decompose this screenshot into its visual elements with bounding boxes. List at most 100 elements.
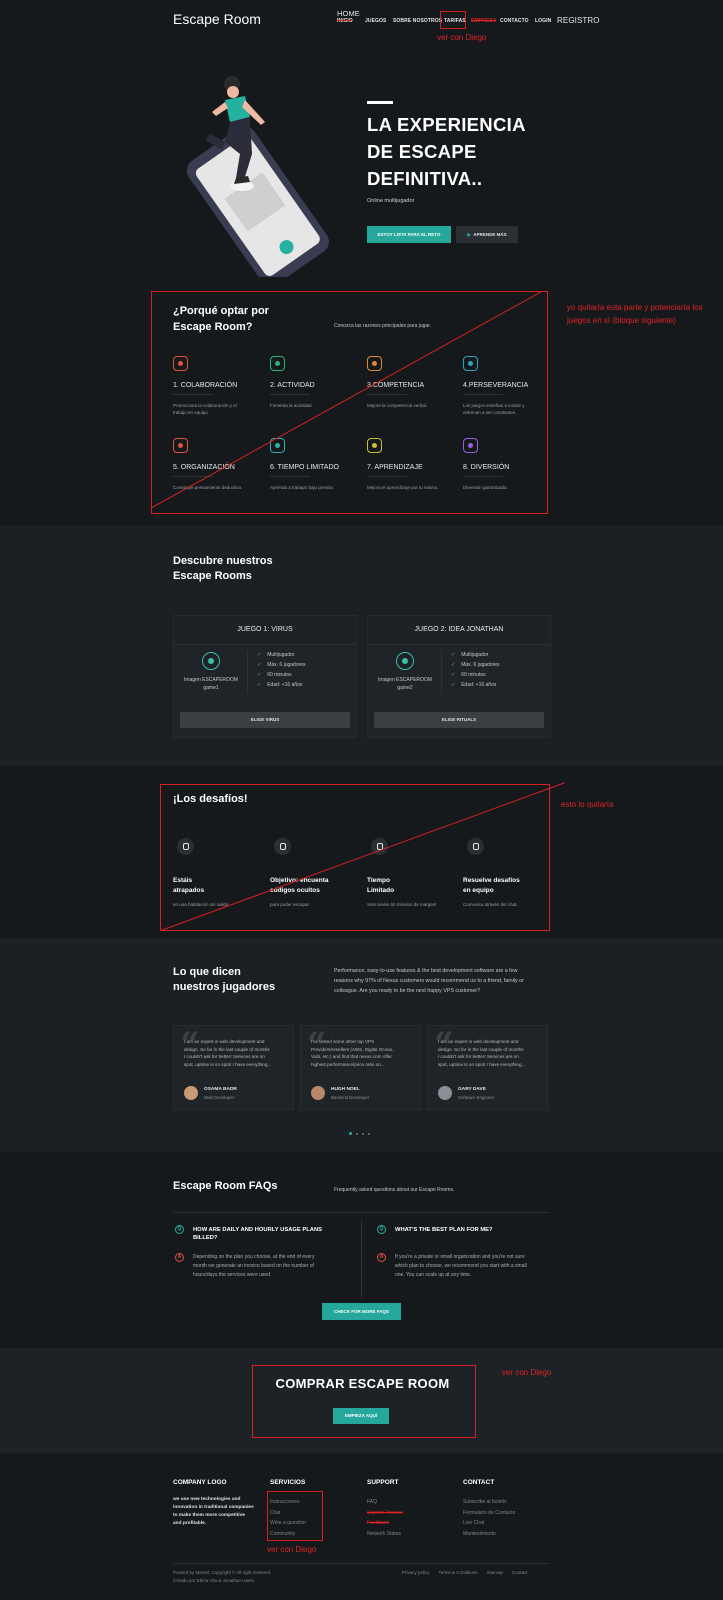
check-icon: ✓: [257, 672, 262, 678]
privacy-link[interactable]: Privacy policy: [402, 1570, 430, 1575]
reviewer-role: Software Engineer: [458, 1095, 495, 1100]
faq-question-line1: HOW ARE DAILY AND HOURLY USAGE PLANS: [193, 1227, 323, 1233]
testimonials-intro: Performance, easy-to-use features & the …: [334, 966, 524, 996]
testimonial-text-line1: I've tested some other top VPS: [311, 1039, 375, 1044]
footer-copyright-line1: Powerd by Marvel, Copyright © All right …: [173, 1570, 272, 1575]
nav-juegos[interactable]: JUEGOS: [365, 18, 386, 24]
games-section: Descubre nuestros Escape Rooms JUEGO 1: …: [0, 526, 723, 766]
game-image-placeholder: Imagen ESCAPEROOM game2: [376, 676, 434, 692]
footer-company-text-line2: innovation in traditional companies: [173, 1505, 254, 1510]
testimonial-card: “I've tested some other top VPS Providers…: [300, 1025, 421, 1110]
faq-answer-line3: one. You can scale up at any time.: [395, 1272, 472, 1278]
nav-sobre-nosotros[interactable]: SOBRE NOSOTROS: [393, 18, 442, 24]
game-spec-text: Edad: +16 años: [267, 682, 303, 688]
footer-company-text-line3: to make them more competitive: [173, 1513, 245, 1518]
services-annotation: ver con Diego: [267, 1545, 317, 1554]
footer-support-link[interactable]: FAQ: [367, 1497, 403, 1508]
services-highlight-box: [267, 1491, 323, 1541]
reviewer-name: HUGH NOEL: [331, 1087, 360, 1092]
game-card-divider: [247, 650, 248, 694]
testimonial-text-line4: spot, uptime is on spot! I have everythi…: [184, 1061, 272, 1067]
check-icon: ✓: [257, 682, 262, 688]
nav-empresa[interactable]: EMPRESA: [471, 18, 496, 24]
cta-highlight-box: [252, 1365, 476, 1438]
footer-bottom-links: Privacy policy Terms & Conditions Sitemap C…: [402, 1570, 528, 1575]
brand-logo[interactable]: Escape Room: [173, 11, 261, 27]
footer-support-link[interactable]: Feedback: [367, 1518, 403, 1529]
start-challenge-button[interactable]: ESTOY LISTA PARA EL RETO: [367, 226, 451, 243]
testimonial-text-line2: design. So far in the last couple of mon…: [184, 1046, 270, 1052]
choose-game-button[interactable]: ELIGE VIRUS: [180, 712, 350, 728]
footer-contact-link[interactable]: Formulario de Contacto: [463, 1508, 515, 1519]
check-icon: ✓: [257, 662, 262, 668]
carousel-dot[interactable]: [362, 1133, 364, 1135]
faq-divider: [173, 1212, 548, 1213]
carousel-dot[interactable]: [349, 1132, 352, 1135]
icon-dot: [402, 658, 408, 664]
sitemap-link[interactable]: Sitemap: [487, 1570, 504, 1575]
answer-badge-icon: A: [175, 1253, 184, 1262]
footer-contact-list: Subscribe al boletín Formulario de Contac…: [463, 1497, 515, 1539]
faq-answer-line2: month we generate an invoice based on th…: [193, 1263, 314, 1269]
testimonial-text: I am an expert in web development and des…: [184, 1038, 292, 1068]
testimonials-title: Lo que dicen nuestros jugadores: [173, 965, 275, 995]
check-icon: ✓: [257, 652, 262, 658]
footer-company-text-line4: and profitable.: [173, 1521, 207, 1526]
game-spec: ✓ Máx. 6 jugadores: [257, 662, 306, 668]
testimonial-text: I am an expert in web development and des…: [438, 1038, 546, 1068]
footer-contact-link[interactable]: Subscribe al boletín: [463, 1497, 515, 1508]
reviewer-name: OSAMA BADR: [204, 1087, 237, 1092]
nav-home[interactable]: INICIO: [337, 18, 353, 24]
footer-contact-link[interactable]: Live Chat: [463, 1518, 515, 1529]
terms-link[interactable]: Terms & Conditions: [439, 1570, 478, 1575]
hero-title: LA EXPERIENCIA DE ESCAPE DEFINITIVA..: [367, 111, 526, 192]
footer-support-link[interactable]: Network Status: [367, 1529, 403, 1540]
reviewer-role: Backend Developer: [331, 1095, 370, 1100]
testimonial-text-line3: I couldn't ask for better! Services are …: [438, 1054, 519, 1059]
check-icon: ✓: [451, 652, 456, 658]
game-image-placeholder-line2: game1: [203, 685, 219, 691]
faq-title: Escape Room FAQs: [173, 1180, 278, 1192]
footer: COMPANY LOGO we use new technologies and…: [0, 1453, 723, 1600]
nav-login[interactable]: LOGIN: [535, 18, 551, 24]
hero-title-line1: LA EXPERIENCIA: [367, 114, 526, 135]
contact-link[interactable]: Contact: [512, 1570, 528, 1575]
game-card-divider: [441, 650, 442, 694]
testimonial-text-line2: Providers/resellers (AWS, Digital Ocean,: [311, 1046, 394, 1052]
why-strike-box: [151, 291, 548, 514]
faq-intro: Frequently asked questions about our Esc…: [334, 1187, 455, 1193]
more-faqs-button[interactable]: CHECK FOR MORE FAQS: [322, 1303, 401, 1320]
footer-company: COMPANY LOGO we use new technologies and…: [173, 1479, 258, 1528]
faq-answer-line1: Depending on the plan you choose, at the…: [193, 1254, 315, 1260]
game-spec: ✓ 60 minutos: [257, 672, 292, 678]
game-spec: ✓ 60 minutos: [451, 672, 486, 678]
testimonials-intro-line3: colleague. Are you ready to be the next …: [334, 988, 481, 994]
footer-contact: CONTACT Subscribe al boletín Formulario d…: [463, 1479, 515, 1539]
carousel-dot[interactable]: [356, 1133, 358, 1135]
testimonials-title-line1: Lo que dicen: [173, 966, 241, 978]
why-annotation: yo quitaría esta parte y potenciaría los…: [567, 303, 703, 325]
footer-support-link[interactable]: Soporte Tecnico: [367, 1508, 403, 1519]
learn-more-button[interactable]: ▶ APRENDE MÁS: [456, 226, 518, 243]
game-card-header: JUEGO 2: IDEA JONATHAN: [368, 616, 550, 645]
game-spec-text: Máx. 6 jugadores: [267, 662, 306, 668]
check-icon: ✓: [451, 672, 456, 678]
choose-game-button[interactable]: ELIGE RITUALS: [374, 712, 544, 728]
testimonial-card: “I am an expert in web development and de…: [427, 1025, 548, 1110]
testimonial-card: “I am an expert in web development and de…: [173, 1025, 294, 1110]
tarifas-annotation: ver con Diego: [437, 33, 487, 42]
footer-company-text-line1: we use new technologies and: [173, 1497, 241, 1502]
carousel-dot[interactable]: [368, 1133, 370, 1135]
challenges-annotation: esto lo quitaría: [561, 800, 614, 809]
nav-contacto[interactable]: CONTACTO: [500, 18, 529, 24]
footer-divider: [173, 1563, 548, 1564]
testimonial-text: I've tested some other top VPS Providers/…: [311, 1038, 419, 1068]
question-badge-icon: Q: [175, 1225, 184, 1234]
footer-contact-link[interactable]: Mantenimiento: [463, 1529, 515, 1540]
game-image-placeholder-line1: Imagen ESCAPEROOM: [184, 677, 238, 683]
testimonial-text-line3: I couldn't ask for better! Services are …: [184, 1054, 265, 1059]
avatar: [184, 1086, 198, 1100]
faq-answer-line2: which plan to choose, we recommend you s…: [395, 1263, 527, 1269]
testimonial-text-line2: design. So far in the last couple of mon…: [438, 1046, 524, 1052]
cta-annotation: ver con Diego: [502, 1368, 552, 1377]
